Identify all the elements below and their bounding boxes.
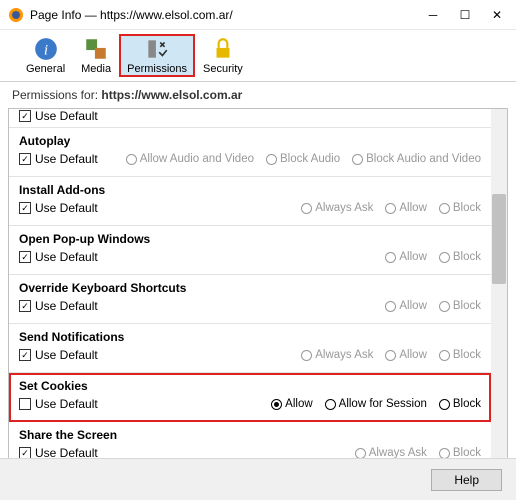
radio-always-ask[interactable]: Always Ask [301, 202, 373, 214]
scrollbar[interactable] [491, 109, 507, 487]
radio-group: Always Ask Allow Block [301, 349, 481, 361]
toolbar: i General Media Permissions Security [0, 30, 516, 82]
radio-group: Allow Audio and Video Block Audio Block … [126, 153, 481, 165]
radio-block[interactable]: Block [439, 300, 481, 312]
permissions-list: ✓Use Default Autoplay ✓Use Default Allow… [8, 108, 508, 488]
perm-header-label: Permissions for: [12, 88, 98, 102]
radio-block-audio[interactable]: Block Audio [266, 153, 340, 165]
radio-allow[interactable]: Allow [271, 398, 312, 410]
section-title: Set Cookies [19, 379, 481, 393]
lock-icon [210, 36, 236, 62]
section-title: Send Notifications [19, 330, 481, 344]
section-title: Autoplay [19, 134, 481, 148]
tab-media-label: Media [81, 63, 111, 75]
radio-group: Always Ask Allow Block [301, 202, 481, 214]
radio-allow[interactable]: Allow [385, 300, 426, 312]
info-icon: i [33, 36, 59, 62]
section-popups: Open Pop-up Windows ✓Use Default Allow B… [9, 226, 491, 275]
section-title: Override Keyboard Shortcuts [19, 281, 481, 295]
section-set-cookies: Set Cookies Use Default Allow Allow for … [9, 373, 491, 422]
radio-block[interactable]: Block [439, 398, 481, 410]
titlebar: Page Info — https://www.elsol.com.ar/ ─ … [0, 0, 516, 30]
svg-text:i: i [43, 41, 47, 58]
help-button[interactable]: Help [431, 469, 502, 491]
section-autoplay: Autoplay ✓Use Default Allow Audio and Vi… [9, 128, 491, 177]
media-icon [83, 36, 109, 62]
radio-block[interactable]: Block [439, 349, 481, 361]
radio-block[interactable]: Block [439, 202, 481, 214]
use-default-checkbox[interactable]: ✓Use Default [19, 201, 98, 215]
use-default-checkbox[interactable]: Use Default [19, 397, 98, 411]
section-top-cut: ✓Use Default [9, 109, 491, 128]
use-default-checkbox[interactable]: ✓Use Default [19, 109, 98, 123]
radio-always-ask[interactable]: Always Ask [301, 349, 373, 361]
radio-block[interactable]: Block [439, 251, 481, 263]
radio-allow[interactable]: Allow [385, 349, 426, 361]
permissions-icon [144, 36, 170, 62]
use-default-checkbox[interactable]: ✓Use Default [19, 348, 98, 362]
radio-allow-for-session[interactable]: Allow for Session [325, 398, 427, 410]
section-title: Open Pop-up Windows [19, 232, 481, 246]
radio-allow[interactable]: Allow [385, 202, 426, 214]
radio-group: Allow Block [385, 300, 481, 312]
use-default-checkbox[interactable]: ✓Use Default [19, 152, 98, 166]
tab-security[interactable]: Security [195, 34, 251, 77]
radio-allow[interactable]: Allow [385, 251, 426, 263]
section-override-shortcuts: Override Keyboard Shortcuts ✓Use Default… [9, 275, 491, 324]
minimize-button[interactable]: ─ [426, 8, 440, 22]
permissions-scroll-content: ✓Use Default Autoplay ✓Use Default Allow… [9, 109, 491, 487]
radio-group: Allow Allow for Session Block [271, 398, 481, 410]
section-send-notifications: Send Notifications ✓Use Default Always A… [9, 324, 491, 373]
perm-header-url: https://www.elsol.com.ar [101, 88, 242, 102]
use-default-checkbox[interactable]: ✓Use Default [19, 299, 98, 313]
section-install-addons: Install Add-ons ✓Use Default Always Ask … [9, 177, 491, 226]
tab-security-label: Security [203, 63, 243, 75]
tab-general[interactable]: i General [18, 34, 73, 77]
window-title: Page Info — https://www.elsol.com.ar/ [30, 8, 426, 22]
radio-allow-audio-video[interactable]: Allow Audio and Video [126, 153, 254, 165]
tab-general-label: General [26, 63, 65, 75]
scrollbar-thumb[interactable] [492, 194, 506, 284]
section-title: Share the Screen [19, 428, 481, 442]
footer: Help [0, 458, 516, 500]
use-default-checkbox[interactable]: ✓Use Default [19, 250, 98, 264]
radio-group: Allow Block [385, 251, 481, 263]
tab-media[interactable]: Media [73, 34, 119, 77]
window-controls: ─ ☐ ✕ [426, 8, 504, 22]
maximize-button[interactable]: ☐ [458, 8, 472, 22]
tab-permissions-label: Permissions [127, 63, 187, 75]
close-button[interactable]: ✕ [490, 8, 504, 22]
tab-permissions[interactable]: Permissions [119, 34, 195, 77]
firefox-icon [8, 7, 24, 23]
radio-block-audio-video[interactable]: Block Audio and Video [352, 153, 481, 165]
section-title: Install Add-ons [19, 183, 481, 197]
permissions-header: Permissions for: https://www.elsol.com.a… [0, 82, 516, 108]
